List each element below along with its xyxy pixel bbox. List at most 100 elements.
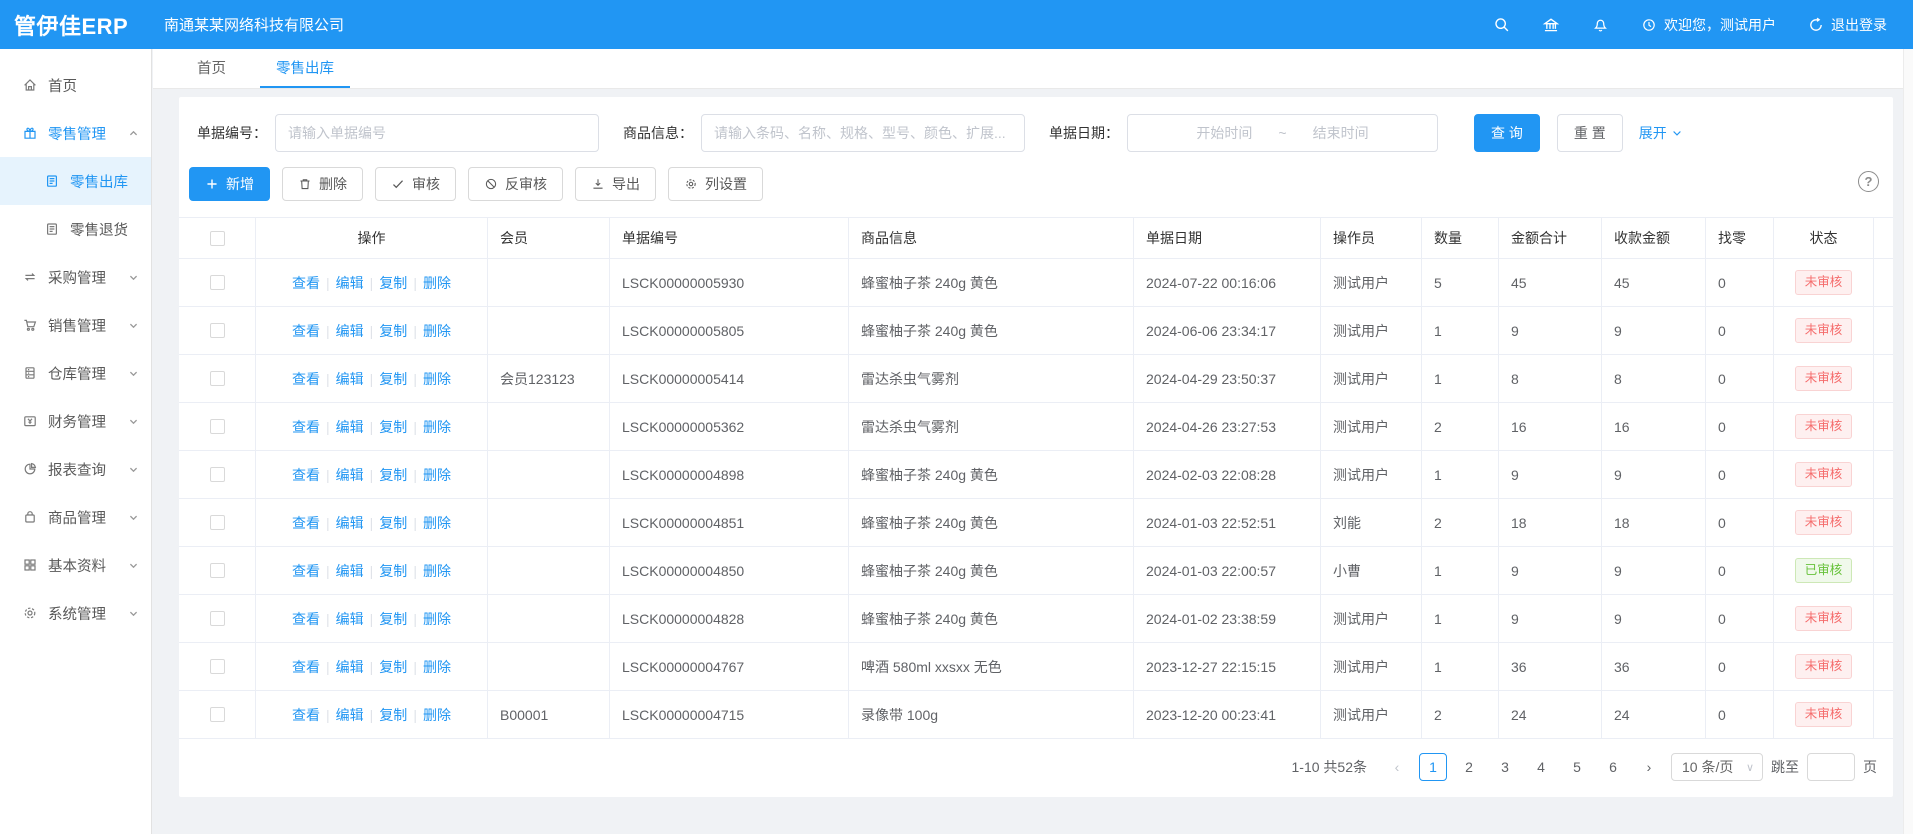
cell-status: 未审核 [1774,307,1874,354]
bell-icon[interactable] [1592,16,1609,33]
prev-page-button[interactable]: ‹ [1383,753,1411,781]
table-row: 查看|编辑|复制|删除LSCK00000004851蜂蜜柚子茶 240g 黄色2… [179,499,1893,547]
page-size-select[interactable]: 10 条/页∨ [1671,753,1763,781]
edit-link[interactable]: 编辑 [336,705,364,725]
delete-link[interactable]: 删除 [423,273,451,293]
expand-toggle[interactable]: 展开 [1639,123,1683,143]
delete-link[interactable]: 删除 [423,657,451,677]
row-checkbox[interactable] [210,515,225,530]
sidebar-item-sync-top[interactable]: 采购管理 [0,253,151,301]
view-link[interactable]: 查看 [292,273,320,293]
view-link[interactable]: 查看 [292,513,320,533]
sidebar-item-document-sub[interactable]: 零售退货 [0,205,151,253]
bill-no-input[interactable] [275,114,599,152]
column-settings-button[interactable]: 列设置 [668,167,763,201]
audit-button[interactable]: 审核 [375,167,456,201]
search-button[interactable]: 查 询 [1474,114,1540,152]
edit-link[interactable]: 编辑 [336,369,364,389]
edit-link[interactable]: 编辑 [336,321,364,341]
table-header-row: 操作会员单据编号商品信息单据日期操作员数量金额合计收款金额找零状态 [179,218,1893,259]
edit-link[interactable]: 编辑 [336,273,364,293]
search-icon[interactable] [1493,16,1510,33]
edit-link[interactable]: 编辑 [336,513,364,533]
delete-link[interactable]: 删除 [423,417,451,437]
page-number-4[interactable]: 4 [1527,753,1555,781]
view-link[interactable]: 查看 [292,465,320,485]
sidebar-item-grid-top[interactable]: 基本资料 [0,541,151,589]
cell-bill-no: LSCK00000004715 [610,691,849,738]
view-link[interactable]: 查看 [292,321,320,341]
edit-link[interactable]: 编辑 [336,609,364,629]
jump-page-input[interactable] [1807,753,1855,781]
sidebar-item-gift-top[interactable]: 零售管理 [0,109,151,157]
export-button[interactable]: 导出 [575,167,656,201]
view-link[interactable]: 查看 [292,657,320,677]
view-link[interactable]: 查看 [292,369,320,389]
view-link[interactable]: 查看 [292,417,320,437]
sidebar-item-bag-top[interactable]: 商品管理 [0,493,151,541]
row-checkbox[interactable] [210,611,225,626]
edit-link[interactable]: 编辑 [336,465,364,485]
copy-link[interactable]: 复制 [379,705,407,725]
page-number-1[interactable]: 1 [1419,753,1447,781]
sidebar-item-document-sub[interactable]: 零售出库 [0,157,151,205]
delete-link[interactable]: 删除 [423,513,451,533]
bank-icon[interactable] [1542,16,1560,34]
view-link[interactable]: 查看 [292,705,320,725]
select-all-checkbox[interactable] [210,231,225,246]
row-checkbox[interactable] [210,371,225,386]
sidebar-item-pie-chart-top[interactable]: 报表查询 [0,445,151,493]
help-icon[interactable]: ? [1858,171,1879,192]
copy-link[interactable]: 复制 [379,561,407,581]
copy-link[interactable]: 复制 [379,321,407,341]
delete-link[interactable]: 删除 [423,465,451,485]
tab-home[interactable]: 首页 [181,49,242,88]
edit-link[interactable]: 编辑 [336,657,364,677]
delete-link[interactable]: 删除 [423,321,451,341]
product-info-input[interactable] [701,114,1025,152]
copy-link[interactable]: 复制 [379,609,407,629]
chevron-down-icon [128,560,139,571]
copy-link[interactable]: 复制 [379,273,407,293]
copy-link[interactable]: 复制 [379,417,407,437]
row-checkbox[interactable] [210,275,225,290]
page-number-5[interactable]: 5 [1563,753,1591,781]
edit-link[interactable]: 编辑 [336,417,364,437]
delete-link[interactable]: 删除 [423,369,451,389]
copy-link[interactable]: 复制 [379,465,407,485]
row-checkbox[interactable] [210,467,225,482]
view-link[interactable]: 查看 [292,561,320,581]
window-scrollbar[interactable] [1903,49,1913,834]
delete-link[interactable]: 删除 [423,609,451,629]
delete-link[interactable]: 删除 [423,705,451,725]
copy-link[interactable]: 复制 [379,657,407,677]
page-number-3[interactable]: 3 [1491,753,1519,781]
row-checkbox[interactable] [210,323,225,338]
sidebar-item-cabinet-top[interactable]: 仓库管理 [0,349,151,397]
sidebar-item-gear-top[interactable]: 系统管理 [0,589,151,637]
copy-link[interactable]: 复制 [379,513,407,533]
row-checkbox[interactable] [210,707,225,722]
next-page-button[interactable]: › [1635,753,1663,781]
row-checkbox[interactable] [210,563,225,578]
delete-button[interactable]: 删除 [282,167,363,201]
copy-link[interactable]: 复制 [379,369,407,389]
logout-button[interactable]: 退出登录 [1808,15,1887,35]
tab-retail-outbound[interactable]: 零售出库 [260,49,350,88]
page-number-2[interactable]: 2 [1455,753,1483,781]
status-badge: 未审核 [1795,702,1853,726]
sidebar-item-home-top[interactable]: 首页 [0,61,151,109]
page-number-6[interactable]: 6 [1599,753,1627,781]
date-range-picker[interactable]: 开始时间 ~ 结束时间 [1127,114,1438,152]
unaudit-button[interactable]: 反审核 [468,167,563,201]
reset-button[interactable]: 重 置 [1557,114,1623,152]
delete-link[interactable]: 删除 [423,561,451,581]
sidebar-item-cart-top[interactable]: 销售管理 [0,301,151,349]
welcome-user[interactable]: 欢迎您，测试用户 [1641,15,1776,35]
row-checkbox[interactable] [210,659,225,674]
view-link[interactable]: 查看 [292,609,320,629]
row-checkbox[interactable] [210,419,225,434]
sidebar-item-money-top[interactable]: 财务管理 [0,397,151,445]
edit-link[interactable]: 编辑 [336,561,364,581]
add-button[interactable]: 新增 [189,167,270,201]
